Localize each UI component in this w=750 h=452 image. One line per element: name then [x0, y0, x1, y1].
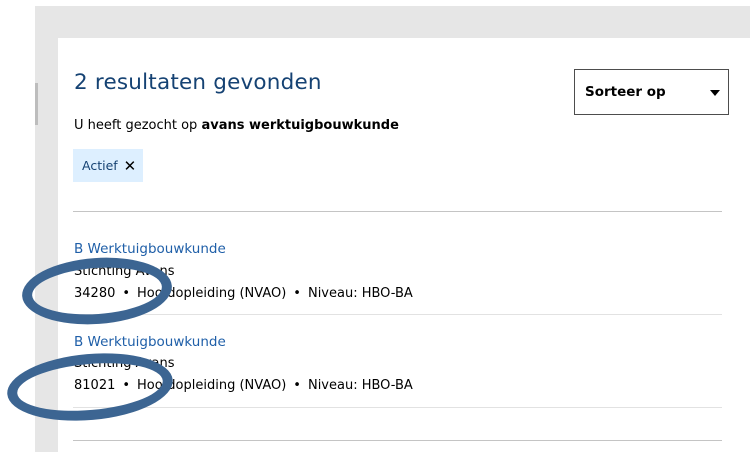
search-summary-prefix: U heeft gezocht op — [74, 118, 202, 133]
sort-dropdown-label: Sorteer op — [585, 84, 666, 100]
result-title-link[interactable]: B Werktuigbouwkunde — [74, 334, 226, 350]
divider — [73, 211, 722, 212]
separator-dot: • — [293, 378, 301, 393]
filter-chip-actief[interactable]: Actief ✕ — [73, 149, 143, 182]
results-count-title: 2 resultaten gevonden — [74, 70, 322, 95]
separator-dot: • — [293, 286, 301, 301]
filter-chip-label: Actief — [82, 158, 118, 173]
search-summary: U heeft gezocht op avans werktuigbouwkun… — [74, 118, 399, 133]
result-title-link[interactable]: B Werktuigbouwkunde — [74, 241, 226, 257]
result-level: Niveau: HBO-BA — [307, 286, 413, 301]
result-level: Niveau: HBO-BA — [307, 378, 413, 393]
divider — [73, 314, 722, 315]
scroll-indicator — [35, 83, 38, 125]
divider — [73, 440, 722, 441]
divider — [73, 407, 722, 408]
search-query: avans werktuigbouwkunde — [201, 118, 399, 133]
close-icon[interactable]: ✕ — [124, 157, 137, 175]
sort-dropdown[interactable]: Sorteer op — [574, 69, 729, 115]
chevron-down-icon — [710, 90, 720, 96]
